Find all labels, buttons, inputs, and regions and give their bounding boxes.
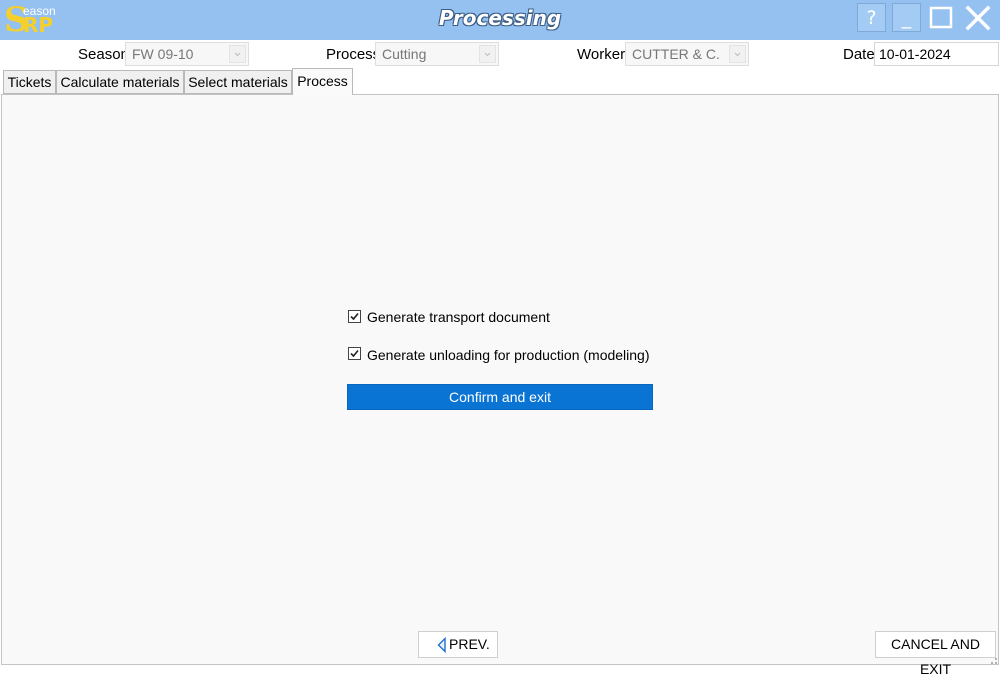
process-value: Cutting bbox=[382, 46, 427, 62]
tab-select-materials[interactable]: Select materials bbox=[184, 70, 292, 94]
date-input[interactable]: 10-01-2024 bbox=[874, 42, 999, 66]
prev-label: PREV. bbox=[449, 636, 490, 652]
minimize-button[interactable]: _ bbox=[892, 3, 921, 32]
chevron-down-icon bbox=[734, 52, 741, 57]
close-button[interactable] bbox=[963, 5, 993, 33]
generate-transport-document-checkbox[interactable] bbox=[348, 310, 361, 323]
checkmark-icon bbox=[350, 312, 359, 321]
window-title: Processing bbox=[438, 6, 562, 30]
minimize-icon: _ bbox=[901, 7, 912, 29]
process-dropdown-button[interactable] bbox=[479, 45, 496, 63]
question-icon: ? bbox=[866, 7, 877, 29]
maximize-icon bbox=[929, 6, 953, 29]
prev-button[interactable]: PREV. bbox=[418, 631, 498, 658]
close-icon bbox=[965, 5, 991, 31]
maximize-button[interactable] bbox=[928, 5, 956, 33]
worker-combo[interactable]: CUTTER & C. bbox=[625, 42, 749, 66]
worker-label: Worker bbox=[577, 46, 626, 63]
triangle-left-icon bbox=[437, 637, 446, 653]
processing-window: S eason RP Processing ? _ Season FW 09-1… bbox=[0, 0, 1000, 677]
process-panel bbox=[1, 94, 999, 665]
resize-grip-icon[interactable] bbox=[988, 655, 998, 665]
chevron-down-icon bbox=[484, 52, 491, 57]
generate-unloading-label[interactable]: Generate unloading for production (model… bbox=[367, 347, 650, 364]
title-bar[interactable]: S eason RP Processing ? _ bbox=[0, 0, 1000, 40]
season-dropdown-button[interactable] bbox=[229, 45, 246, 63]
worker-value: CUTTER & C. bbox=[632, 46, 720, 62]
generate-unloading-checkbox[interactable] bbox=[348, 347, 361, 360]
checkmark-icon bbox=[350, 349, 359, 358]
generate-transport-document-label[interactable]: Generate transport document bbox=[367, 309, 550, 326]
tab-calculate-materials[interactable]: Calculate materials bbox=[56, 70, 184, 94]
process-combo[interactable]: Cutting bbox=[375, 42, 499, 66]
tab-process[interactable]: Process bbox=[292, 68, 353, 95]
date-label: Date bbox=[843, 46, 875, 63]
season-label: Season bbox=[78, 46, 129, 63]
tab-tickets[interactable]: Tickets bbox=[3, 70, 56, 94]
season-value: FW 09-10 bbox=[132, 46, 194, 62]
cancel-and-exit-button[interactable]: CANCEL AND EXIT bbox=[875, 631, 996, 677]
date-value: 10-01-2024 bbox=[879, 46, 951, 62]
season-combo[interactable]: FW 09-10 bbox=[125, 42, 249, 66]
worker-dropdown-button[interactable] bbox=[729, 45, 746, 63]
help-button[interactable]: ? bbox=[857, 3, 886, 32]
chevron-down-icon bbox=[234, 52, 241, 57]
confirm-and-exit-button[interactable]: Confirm and exit bbox=[347, 384, 653, 410]
process-label: Process bbox=[326, 46, 381, 63]
